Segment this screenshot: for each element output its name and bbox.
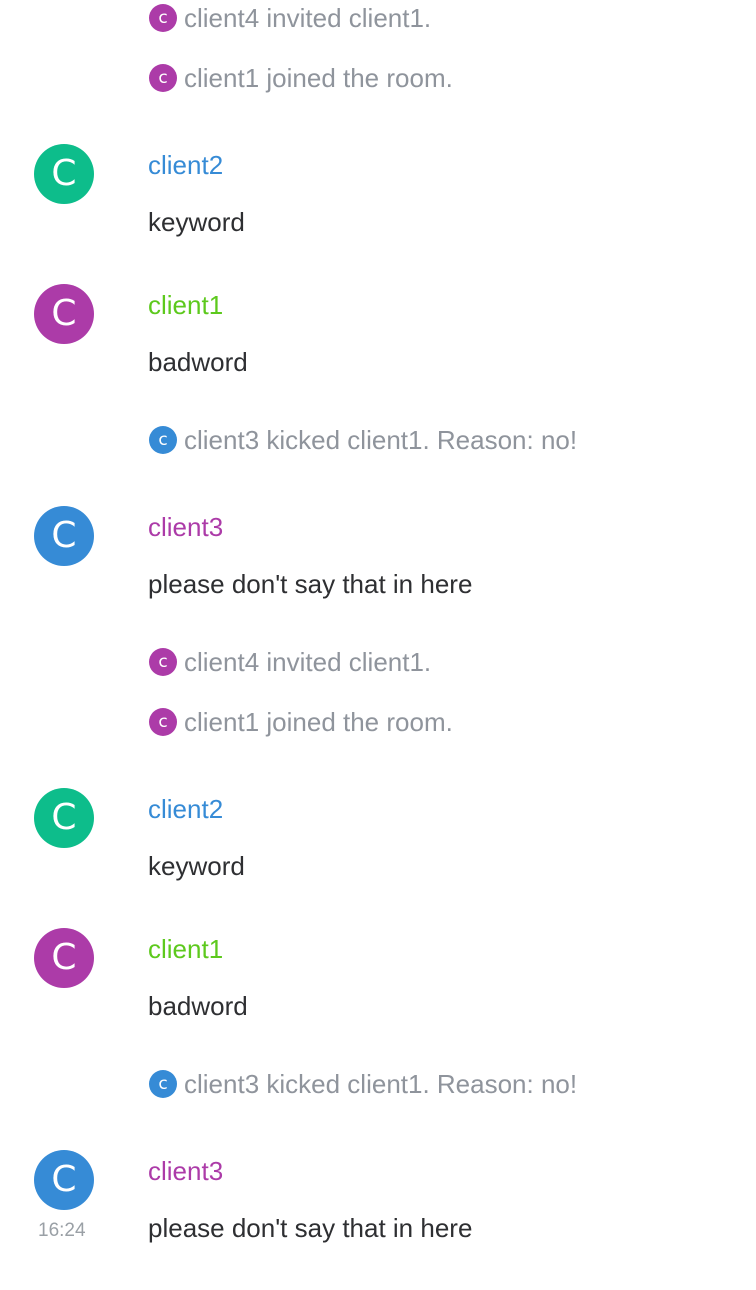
member-avatar-icon[interactable]: c xyxy=(149,426,177,454)
sender-name[interactable]: client1 xyxy=(148,290,223,320)
sender-name[interactable]: client1 xyxy=(148,934,223,964)
membership-event: c client1 joined the room. xyxy=(0,62,756,122)
sender-name[interactable]: client2 xyxy=(148,794,223,824)
message-timestamp[interactable]: 16:24 xyxy=(38,1220,86,1242)
sender-name[interactable]: client2 xyxy=(148,150,223,180)
message-tile: Cclient3 please don't say that in here 16:… xyxy=(0,1150,756,1290)
member-avatar-icon[interactable]: c xyxy=(149,648,177,676)
membership-event: c client3 kicked client1. Reason: no! xyxy=(0,424,756,484)
membership-event: c client3 kicked client1. Reason: no! xyxy=(0,1068,756,1128)
message-body: please don't say that in here xyxy=(148,569,473,599)
message-tile: Cclient2 keyword xyxy=(0,788,756,928)
member-avatar-icon[interactable]: c xyxy=(149,4,177,32)
message-tile: Cclient1 badword xyxy=(0,284,756,424)
membership-event: c client4 invited client1. xyxy=(0,646,756,706)
message-body: badword xyxy=(148,991,248,1021)
membership-event: c client4 invited client1. xyxy=(0,2,756,62)
sender-avatar[interactable]: C xyxy=(34,284,94,344)
event-text: client1 joined the room. xyxy=(184,707,453,737)
event-text: client4 invited client1. xyxy=(184,647,432,677)
message-body: keyword xyxy=(148,207,245,237)
member-avatar-icon[interactable]: c xyxy=(149,1070,177,1098)
event-text: client3 kicked client1. Reason: no! xyxy=(184,1069,578,1099)
event-text: client4 invited client1. xyxy=(184,3,432,33)
event-text: client3 kicked client1. Reason: no! xyxy=(184,425,578,455)
message-body: please don't say that in here xyxy=(148,1213,473,1243)
member-avatar-icon[interactable]: c xyxy=(149,708,177,736)
sender-avatar[interactable]: C xyxy=(34,1150,94,1210)
message-body: badword xyxy=(148,347,248,377)
sender-name[interactable]: client3 xyxy=(148,512,223,542)
room-timeline: c client4 invited client1. c client1 joined… xyxy=(0,0,756,1243)
sender-avatar[interactable]: C xyxy=(34,144,94,204)
message-tile: Cclient1 badword xyxy=(0,928,756,1068)
sender-name[interactable]: client3 xyxy=(148,1156,223,1186)
membership-event: c client1 joined the room. xyxy=(0,706,756,766)
message-tile: Cclient2 keyword xyxy=(0,144,756,284)
sender-avatar[interactable]: C xyxy=(34,506,94,566)
message-tile: Cclient3 please don't say that in here xyxy=(0,506,756,646)
sender-avatar[interactable]: C xyxy=(34,788,94,848)
message-body: keyword xyxy=(148,851,245,881)
event-text: client1 joined the room. xyxy=(184,63,453,93)
sender-avatar[interactable]: C xyxy=(34,928,94,988)
member-avatar-icon[interactable]: c xyxy=(149,64,177,92)
